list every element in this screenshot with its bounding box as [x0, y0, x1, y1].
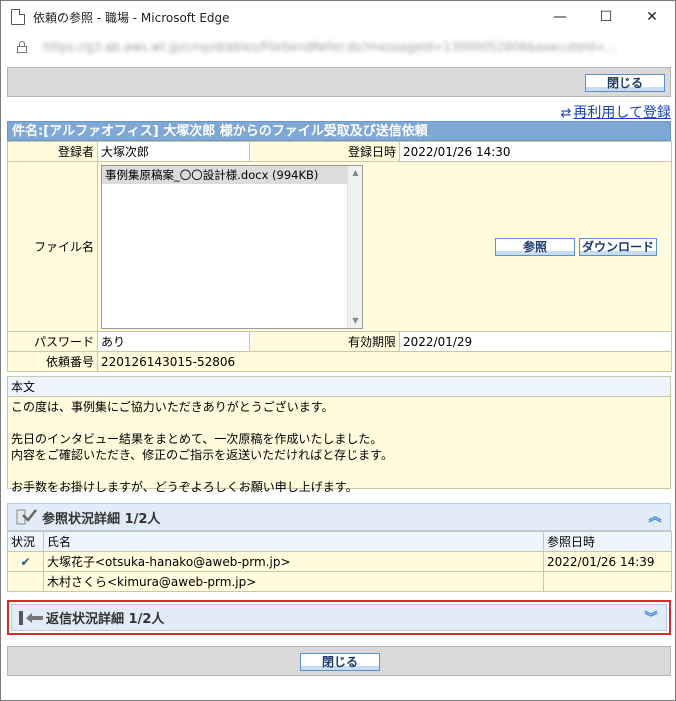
- browse-button[interactable]: 参照: [495, 237, 575, 256]
- password-value: あり: [97, 331, 250, 352]
- body-line: [11, 463, 667, 479]
- expiry-label: 有効期限: [249, 331, 400, 352]
- reply-status-icon: [18, 608, 43, 628]
- reference-status-title: 参照状況詳細 1/2人: [42, 511, 161, 527]
- checkmark-icon: ✔: [7, 551, 44, 572]
- reply-status-highlight: 返信状況詳細 1/2人 ︾: [7, 600, 671, 635]
- page-icon: [11, 9, 25, 25]
- col-name-header: 氏名: [43, 531, 544, 552]
- browser-window: 依頼の参照 - 職場 - Microsoft Edge — ☐ ✕ https:…: [0, 0, 676, 701]
- request-no-value: 220126143015-52806: [97, 351, 672, 372]
- reuse-register-link[interactable]: 再利用して登録: [573, 105, 671, 121]
- address-bar[interactable]: https://g3.ab.aws.wt.jp/cmp/d/ables/File…: [1, 33, 675, 61]
- reuse-icon: ⇄: [560, 106, 572, 121]
- minimize-button[interactable]: —: [537, 1, 583, 33]
- chevron-down-icon[interactable]: ︾: [642, 610, 660, 628]
- registered-at-label: 登録日時: [249, 141, 400, 162]
- title-bar: 依頼の参照 - 職場 - Microsoft Edge — ☐ ✕: [1, 1, 675, 33]
- row-status: [7, 571, 44, 592]
- reply-status-title: 返信状況詳細 1/2人: [46, 612, 165, 627]
- reply-status-header[interactable]: 返信状況詳細 1/2人 ︾: [11, 604, 667, 631]
- request-no-label: 依頼番号: [7, 351, 98, 372]
- scroll-down-icon[interactable]: ▼: [348, 314, 363, 328]
- body-line: 内容をご確認いただき、修正のご指示を返送いただければと存じます。: [11, 448, 393, 462]
- body-line: [11, 415, 667, 431]
- table-row: 木村さくら<kimura@aweb-prm.jp>: [7, 571, 672, 592]
- listbox-scrollbar[interactable]: ▲ ▼: [347, 165, 363, 328]
- reuse-row: ⇄ 再利用して登録: [7, 97, 672, 121]
- request-info-table: 登録者 大塚次郎 登録日時 2022/01/26 14:30 ファイル名 事例集…: [7, 141, 672, 372]
- close-window-button[interactable]: ✕: [629, 1, 675, 33]
- table-row: ✔ 大塚花子<otsuka-hanako@aweb-prm.jp> 2022/0…: [7, 551, 672, 572]
- registrant-value: 大塚次郎: [97, 141, 250, 162]
- file-cell: 事例集原稿案_〇〇設計様.docx (994KB) ▲ ▼ 参照 ダウンロード: [97, 161, 672, 332]
- reference-status-header[interactable]: 参照状況詳細 1/2人 ︽: [7, 503, 671, 531]
- window-title: 依頼の参照 - 職場 - Microsoft Edge: [33, 10, 230, 25]
- page-content: 閉じる ⇄ 再利用して登録 件名:[アルファオフィス] 大塚次郎 様からのファイル…: [7, 67, 672, 676]
- top-toolbar: 閉じる: [7, 67, 671, 97]
- close-button-bottom[interactable]: 閉じる: [300, 653, 380, 671]
- row-date: [543, 571, 672, 592]
- reference-status-table: 状況 氏名 参照日時 ✔ 大塚花子<otsuka-hanako@aweb-prm…: [7, 531, 672, 592]
- col-status-header: 状況: [7, 531, 44, 552]
- password-label: パスワード: [7, 331, 98, 352]
- close-button-top[interactable]: 閉じる: [585, 74, 665, 92]
- row-name: 木村さくら<kimura@aweb-prm.jp>: [43, 571, 544, 592]
- file-listbox[interactable]: 事例集原稿案_〇〇設計様.docx (994KB) ▲ ▼: [101, 164, 363, 329]
- registered-at-value: 2022/01/26 14:30: [399, 141, 672, 162]
- maximize-button[interactable]: ☐: [583, 1, 629, 33]
- url-text[interactable]: https://g3.ab.aws.wt.jp/cmp/d/ables/File…: [43, 40, 643, 54]
- row-name: 大塚花子<otsuka-hanako@aweb-prm.jp>: [43, 551, 544, 572]
- message-body-section: 本文 この度は、事例集にご協力いただきありがとうございます。 先日のインタビュー…: [7, 376, 671, 494]
- lock-icon: [17, 41, 27, 53]
- download-button[interactable]: ダウンロード: [579, 237, 657, 256]
- chevron-up-icon[interactable]: ︽: [646, 509, 664, 527]
- body-line: 先日のインタビュー結果をまとめて、一次原稿を作成いたしました。: [11, 432, 383, 446]
- body-text: この度は、事例集にご協力いただきありがとうございます。 先日のインタビュー結果を…: [8, 397, 670, 494]
- reference-status-icon: [14, 507, 38, 527]
- row-date: 2022/01/26 14:39: [543, 551, 672, 572]
- expiry-value: 2022/01/29: [399, 331, 672, 352]
- body-line: この度は、事例集にご協力いただきありがとうございます。: [11, 400, 334, 414]
- bottom-toolbar: 閉じる: [7, 646, 671, 676]
- registrant-label: 登録者: [7, 141, 98, 162]
- body-line: お手数をお掛けしますが、どうぞよろしくお願い申し上げます。: [11, 480, 358, 494]
- subject-header: 件名:[アルファオフィス] 大塚次郎 様からのファイル受取及び送信依頼: [7, 121, 671, 141]
- scroll-up-icon[interactable]: ▲: [348, 166, 363, 180]
- file-label: ファイル名: [7, 161, 98, 332]
- body-heading: 本文: [8, 377, 670, 397]
- col-date-header: 参照日時: [543, 531, 672, 552]
- file-list-item[interactable]: 事例集原稿案_〇〇設計様.docx (994KB): [102, 165, 347, 184]
